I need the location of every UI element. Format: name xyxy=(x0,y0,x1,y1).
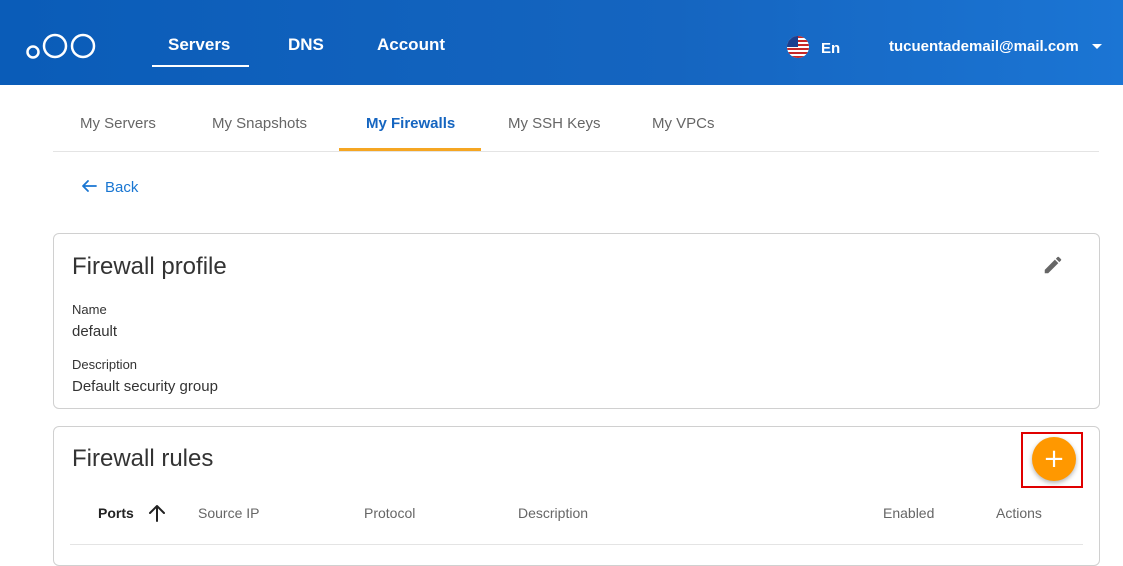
column-description[interactable]: Description xyxy=(518,505,588,521)
column-enabled[interactable]: Enabled xyxy=(883,505,934,521)
language-selector[interactable]: En xyxy=(821,40,840,57)
tab-my-firewalls[interactable]: My Firewalls xyxy=(366,115,455,132)
tab-my-vpcs[interactable]: My VPCs xyxy=(652,115,715,132)
brand-logo-icon[interactable] xyxy=(26,30,98,62)
tab-my-servers[interactable]: My Servers xyxy=(80,115,156,132)
description-value: Default security group xyxy=(72,378,218,395)
tab-my-ssh-keys[interactable]: My SSH Keys xyxy=(508,115,601,132)
nav-servers[interactable]: Servers xyxy=(168,35,230,55)
column-ports[interactable]: Ports xyxy=(98,505,134,521)
column-protocol[interactable]: Protocol xyxy=(364,505,415,521)
top-navbar: Servers DNS Account En tucuentademail@ma… xyxy=(0,0,1123,85)
section-tabs: My Servers My Snapshots My Firewalls My … xyxy=(53,95,1099,152)
name-value: default xyxy=(72,323,118,340)
table-header-divider xyxy=(70,544,1083,545)
back-label: Back xyxy=(105,179,139,196)
pencil-icon[interactable] xyxy=(1042,254,1064,276)
name-label: Name xyxy=(72,302,107,317)
add-rule-button[interactable]: + xyxy=(1032,437,1076,481)
arrow-up-icon[interactable] xyxy=(147,503,167,523)
tab-my-snapshots[interactable]: My Snapshots xyxy=(212,115,307,132)
nav-account[interactable]: Account xyxy=(377,35,445,55)
firewall-rules-card: Firewall rules + Ports Source IP Protoco… xyxy=(53,426,1100,566)
nav-dns[interactable]: DNS xyxy=(288,35,324,55)
rules-title: Firewall rules xyxy=(72,445,214,472)
user-email[interactable]: tucuentademail@mail.com xyxy=(889,38,1079,55)
tab-active-indicator xyxy=(339,148,481,151)
us-flag-icon[interactable] xyxy=(787,36,809,58)
arrow-left-icon xyxy=(82,180,97,192)
column-actions: Actions xyxy=(996,505,1042,521)
profile-title: Firewall profile xyxy=(72,253,227,280)
nav-active-indicator xyxy=(152,65,249,67)
firewall-profile-card: Firewall profile Name default Descriptio… xyxy=(53,233,1100,409)
back-link[interactable]: Back xyxy=(81,178,138,196)
description-label: Description xyxy=(72,357,138,372)
chevron-down-icon[interactable] xyxy=(1092,44,1102,49)
column-source-ip[interactable]: Source IP xyxy=(198,505,259,521)
